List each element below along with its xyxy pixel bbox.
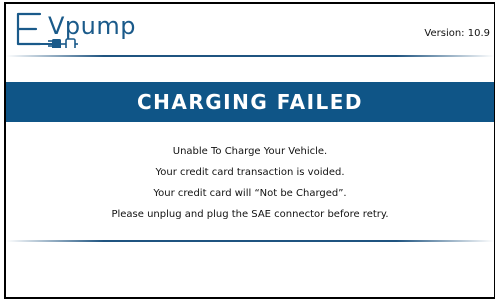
header: Vpump Version: 10.9 bbox=[6, 4, 494, 52]
message-line: Your credit card will “Not be Charged”. bbox=[153, 188, 347, 199]
message-line: Your credit card transaction is voided. bbox=[155, 167, 345, 178]
message-line: Please unplug and plug the SAE connector… bbox=[111, 209, 389, 220]
version-label: Version: 10.9 bbox=[424, 28, 490, 39]
footer-divider bbox=[6, 240, 494, 242]
status-banner: CHARGING FAILED bbox=[6, 82, 494, 122]
banner-title: CHARGING FAILED bbox=[136, 90, 364, 114]
message-line: Unable To Charge Your Vehicle. bbox=[172, 146, 328, 157]
screen-frame: Vpump Version: 10.9 CHARGING FAILED Unab… bbox=[4, 2, 495, 299]
header-divider bbox=[6, 55, 494, 57]
evpump-logo: Vpump bbox=[12, 8, 152, 48]
plug-connector-icon bbox=[48, 38, 78, 48]
logo-wordmark: Vpump bbox=[48, 12, 136, 40]
message-list: Unable To Charge Your Vehicle. Your cred… bbox=[6, 141, 494, 225]
